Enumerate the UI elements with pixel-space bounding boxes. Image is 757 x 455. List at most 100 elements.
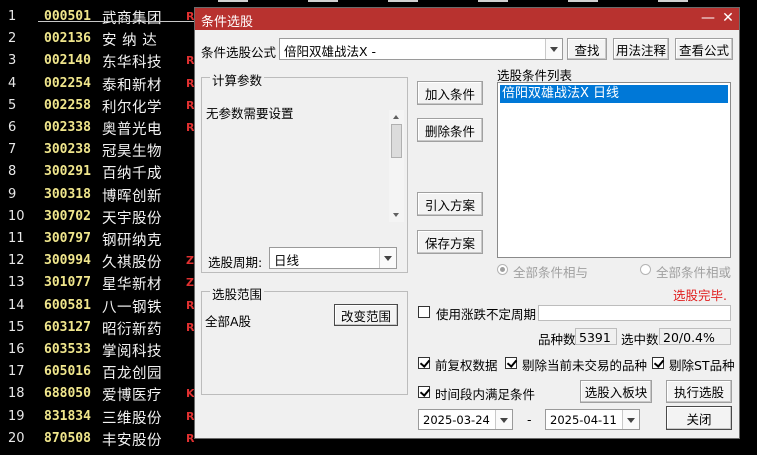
stock-code: 002136	[44, 31, 91, 47]
stock-code: 002258	[44, 97, 91, 113]
stock-code: 603533	[44, 342, 91, 357]
stock-name: 八一钢铁	[102, 299, 162, 316]
stock-code: 002254	[44, 75, 91, 91]
chevron-down-icon[interactable]	[622, 410, 639, 429]
stock-code: 300702	[44, 208, 91, 224]
chevron-down-icon[interactable]	[545, 39, 562, 59]
pre-adjust-label: 前复权数据	[435, 358, 498, 373]
add-condition-button[interactable]: 加入条件	[417, 81, 483, 105]
stock-code: 688050	[44, 386, 91, 402]
run-selection-button[interactable]: 执行选股	[666, 380, 732, 403]
use-limit-checkbox[interactable]	[418, 306, 430, 318]
usage-notes-button[interactable]: 用法注释	[613, 38, 669, 60]
condition-list[interactable]: 倍阳双雄战法X 日线	[497, 82, 731, 258]
find-button[interactable]: 查找	[567, 38, 607, 60]
date-from-picker[interactable]: 2025-03-24	[418, 409, 513, 430]
range-group-title: 选股范围	[210, 284, 265, 303]
row-index: 20	[8, 430, 25, 446]
row-index: 14	[8, 297, 25, 313]
stock-name: 安 纳 达	[102, 33, 158, 50]
stock-code: 300797	[44, 231, 91, 246]
stock-flag: Z	[186, 276, 194, 290]
row-index: 3	[8, 53, 17, 69]
params-scrollbar[interactable]	[389, 110, 404, 222]
stock-code: 300291	[44, 164, 91, 180]
close-button[interactable]: 关闭	[666, 406, 732, 430]
row-index: 13	[8, 275, 25, 291]
add-to-board-button[interactable]: 选股入板块	[580, 380, 652, 403]
scroll-thumb[interactable]	[391, 124, 402, 158]
stock-name: 天宇股份	[102, 210, 162, 227]
row-index: 2	[8, 31, 17, 47]
stock-code: 300318	[44, 186, 91, 202]
row-index: 19	[8, 408, 25, 424]
period-select[interactable]: 日线	[269, 247, 397, 269]
row-index: 4	[8, 75, 17, 91]
stock-code: 301077	[44, 275, 91, 291]
limit-period-field[interactable]	[538, 305, 731, 321]
import-scheme-button[interactable]: 引入方案	[417, 192, 483, 216]
period-label: 选股周期:	[208, 255, 263, 270]
column-header-strip	[198, 0, 757, 4]
radio-or[interactable]	[640, 264, 651, 275]
delete-condition-button[interactable]: 删除条件	[417, 118, 483, 142]
stock-count-value: 5391	[579, 330, 611, 345]
formula-label: 条件选股公式	[201, 45, 277, 60]
row-index: 12	[8, 253, 25, 269]
row-index: 7	[8, 142, 17, 158]
stock-name: 昭衍新药	[102, 321, 162, 338]
selected-count-value: 20/0.4%	[663, 330, 715, 345]
minimize-button[interactable]: —	[699, 9, 717, 27]
exclude-untraded-label: 剔除当前未交易的品种	[522, 358, 648, 373]
change-range-button[interactable]: 改变范围	[334, 304, 398, 326]
stock-flag: Z	[186, 254, 194, 268]
stock-code: 831834	[44, 408, 91, 424]
params-group-title: 计算参数	[210, 70, 265, 89]
radio-and[interactable]	[497, 264, 508, 275]
exclude-st-checkbox[interactable]	[652, 357, 664, 369]
row-index: 16	[8, 342, 25, 357]
selected-row-underline	[38, 21, 198, 22]
status-text: 选股完毕.	[673, 288, 727, 303]
range-value: 全部A股	[205, 314, 252, 329]
row-index: 17	[8, 364, 25, 380]
row-index: 5	[8, 97, 17, 113]
radio-or-label: 全部条件相或	[656, 265, 732, 280]
stock-name: 博晖创新	[102, 188, 162, 205]
stock-code: 002338	[44, 120, 91, 135]
pre-adjust-checkbox[interactable]	[418, 357, 430, 369]
row-index: 10	[8, 208, 25, 224]
row-index: 1	[8, 9, 17, 24]
stock-count-field: 5391	[575, 328, 617, 345]
condition-list-item[interactable]: 倍阳双雄战法X 日线	[500, 85, 728, 103]
stock-code: 605016	[44, 364, 91, 380]
use-limit-label: 使用涨跌不定周期	[436, 307, 537, 322]
scroll-down-icon[interactable]	[393, 213, 399, 217]
stock-name: 钢研纳克	[102, 233, 162, 249]
params-text: 无参数需要设置	[206, 106, 294, 121]
dialog-titlebar[interactable]: 条件选股 — ✕	[195, 8, 739, 30]
stock-code: 002140	[44, 53, 91, 69]
close-icon[interactable]: ✕	[719, 9, 737, 27]
scroll-up-icon[interactable]	[393, 115, 399, 119]
stock-code: 600581	[44, 297, 91, 313]
formula-select-value: 倍阳双雄战法X -	[284, 44, 377, 59]
formula-select[interactable]: 倍阳双雄战法X -	[279, 38, 563, 60]
radio-and-label: 全部条件相与	[513, 265, 589, 280]
stock-name: 掌阅科技	[102, 344, 162, 360]
save-scheme-button[interactable]: 保存方案	[417, 230, 483, 254]
date-to-picker[interactable]: 2025-04-11	[545, 409, 640, 430]
stock-code: 603127	[44, 319, 91, 335]
chevron-down-icon[interactable]	[379, 248, 396, 268]
date-to-value: 2025-04-11	[550, 413, 617, 427]
exclude-untraded-checkbox[interactable]	[505, 357, 517, 369]
chevron-down-icon[interactable]	[495, 410, 512, 429]
stock-name: 泰和新材	[102, 77, 162, 94]
view-formula-button[interactable]: 查看公式	[675, 38, 733, 60]
time-condition-checkbox[interactable]	[418, 386, 430, 398]
selected-count-field: 20/0.4%	[659, 328, 731, 345]
row-index: 11	[8, 231, 25, 246]
stock-name: 星华新材	[102, 277, 162, 294]
stock-name: 冠昊生物	[102, 144, 162, 161]
date-separator: -	[527, 412, 532, 427]
